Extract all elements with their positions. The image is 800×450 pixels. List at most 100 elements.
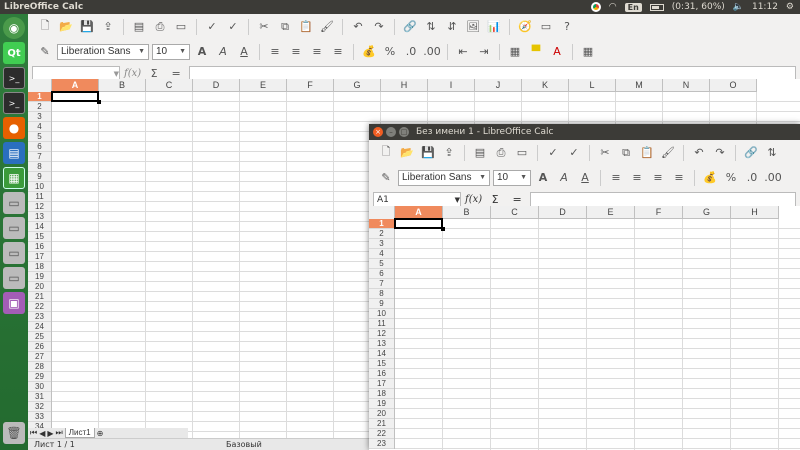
row-header[interactable]: 6 (369, 269, 394, 279)
styles-icon[interactable]: ✎ (377, 169, 395, 187)
paste-icon[interactable]: 📋 (297, 18, 315, 36)
column-header[interactable]: L (569, 79, 616, 92)
minimize-icon[interactable]: – (386, 127, 396, 137)
align-left-icon[interactable]: ≡ (266, 43, 284, 61)
row-header[interactable]: 31 (28, 392, 51, 402)
open-folder-icon[interactable]: 📂 (57, 18, 75, 36)
window-titlebar[interactable]: × – □ Без имени 1 - LibreOffice Calc (369, 124, 800, 140)
row-header[interactable]: 3 (28, 112, 51, 122)
select-all-corner[interactable] (369, 206, 395, 219)
sheet-tab[interactable]: Лист1 (64, 428, 95, 438)
row-header[interactable]: 5 (369, 259, 394, 269)
row-header[interactable]: 33 (28, 412, 51, 422)
close-icon[interactable]: × (373, 127, 383, 137)
number-format-icon[interactable]: .0 (743, 169, 761, 187)
function-wizard-icon[interactable]: f(x) (124, 68, 141, 79)
font-color-icon[interactable]: A (548, 43, 566, 61)
terminal-icon-2[interactable]: >_ (3, 92, 25, 114)
insert-chart-icon[interactable]: 📊 (485, 18, 503, 36)
chevron-down-icon[interactable]: ▼ (179, 48, 186, 55)
row-header[interactable]: 25 (28, 332, 51, 342)
row-header[interactable]: 29 (28, 372, 51, 382)
justify-icon[interactable]: ≡ (329, 43, 347, 61)
row-header[interactable]: 27 (28, 352, 51, 362)
paste-icon[interactable]: 📋 (638, 144, 656, 162)
row-header[interactable]: 24 (28, 322, 51, 332)
select-all-corner[interactable] (28, 79, 52, 92)
percent-format-icon[interactable]: % (381, 43, 399, 61)
column-header[interactable]: J (475, 79, 522, 92)
pdf-export-icon[interactable]: ▤ (130, 18, 148, 36)
active-cell-cursor[interactable] (51, 91, 101, 104)
row-header[interactable]: 10 (28, 182, 51, 192)
row-header[interactable]: 22 (28, 302, 51, 312)
drive-icon-2[interactable]: ▭ (3, 217, 25, 239)
row-header[interactable]: 28 (28, 362, 51, 372)
clone-formatting-icon[interactable]: 🖌 (659, 144, 677, 162)
row-header[interactable]: 16 (28, 242, 51, 252)
column-header[interactable]: C (146, 79, 193, 92)
column-header[interactable]: C (491, 206, 539, 219)
drive-icon-4[interactable]: ▭ (3, 267, 25, 289)
wifi-icon[interactable]: ◠ (609, 2, 617, 12)
spreadsheet-grid-2[interactable]: A B C D E F G H 1 2 3 4 5 6 7 8 9 10 11 12 13 14 15 16 17 18 19 20 2… (369, 206, 800, 450)
hyperlink-icon[interactable]: 🔗 (401, 18, 419, 36)
borders-icon[interactable]: ▦ (506, 43, 524, 61)
row-header[interactable]: 9 (369, 299, 394, 309)
row-header[interactable]: 20 (28, 282, 51, 292)
column-header[interactable]: E (240, 79, 287, 92)
row-header[interactable]: 17 (28, 252, 51, 262)
toggle-grid-icon[interactable]: ▦ (579, 43, 597, 61)
row-header[interactable]: 9 (28, 172, 51, 182)
column-header[interactable]: F (635, 206, 683, 219)
row-header[interactable]: 6 (28, 142, 51, 152)
print-preview-icon[interactable]: ▭ (172, 18, 190, 36)
pdf-export-icon[interactable]: ▤ (471, 144, 489, 162)
column-header[interactable]: G (683, 206, 731, 219)
drive-icon-3[interactable]: ▭ (3, 242, 25, 264)
prev-sheet-arrow-icon[interactable]: ◀ (39, 429, 45, 438)
row-header[interactable]: 3 (369, 239, 394, 249)
font-size-box[interactable]: 10 ▼ (152, 43, 190, 60)
battery-status[interactable]: (0:31, 60%) (672, 2, 725, 12)
row-header[interactable]: 13 (369, 339, 394, 349)
row-header[interactable]: 8 (28, 162, 51, 172)
column-header[interactable]: E (587, 206, 635, 219)
underline-icon[interactable]: A (235, 43, 253, 61)
row-header[interactable]: 7 (28, 152, 51, 162)
row-header[interactable]: 19 (28, 272, 51, 282)
column-header[interactable]: K (522, 79, 569, 92)
redo-icon[interactable]: ↷ (711, 144, 729, 162)
column-header[interactable]: I (428, 79, 475, 92)
autospell-icon[interactable]: ✓ (565, 144, 583, 162)
chevron-down-icon[interactable]: ▼ (114, 70, 119, 78)
spellcheck-icon[interactable]: ✓ (203, 18, 221, 36)
clock[interactable]: 11:12 (752, 2, 778, 12)
help-icon[interactable]: ? (558, 18, 576, 36)
align-right-icon[interactable]: ≡ (649, 169, 667, 187)
print-icon[interactable]: ⎙ (492, 144, 510, 162)
currency-format-icon[interactable]: 💰 (701, 169, 719, 187)
undo-icon[interactable]: ↶ (349, 18, 367, 36)
firefox-icon[interactable]: ● (3, 117, 25, 139)
copy-icon[interactable]: ⧉ (617, 144, 635, 162)
row-header[interactable]: 1 (369, 219, 394, 229)
open-folder-icon[interactable]: 📂 (398, 144, 416, 162)
column-header[interactable]: B (99, 79, 146, 92)
background-color-icon[interactable]: ▀ (527, 43, 545, 61)
cell-area[interactable] (395, 219, 800, 450)
row-header[interactable]: 12 (369, 329, 394, 339)
decrease-indent-icon[interactable]: ⇤ (454, 43, 472, 61)
last-sheet-arrow-icon[interactable]: ⏭ (56, 428, 63, 438)
impress-icon[interactable]: ▣ (3, 292, 25, 314)
add-sheet-icon[interactable]: ⊕ (97, 429, 104, 438)
currency-format-icon[interactable]: 💰 (360, 43, 378, 61)
drive-icon[interactable]: ▭ (3, 192, 25, 214)
add-decimal-icon[interactable]: .00 (764, 169, 782, 187)
cut-icon[interactable]: ✂ (255, 18, 273, 36)
maximize-icon[interactable]: □ (399, 127, 409, 137)
new-document-icon[interactable]: 🗋 (36, 18, 54, 36)
row-header[interactable]: 10 (369, 309, 394, 319)
align-left-icon[interactable]: ≡ (607, 169, 625, 187)
chevron-down-icon[interactable]: ▼ (520, 174, 527, 181)
